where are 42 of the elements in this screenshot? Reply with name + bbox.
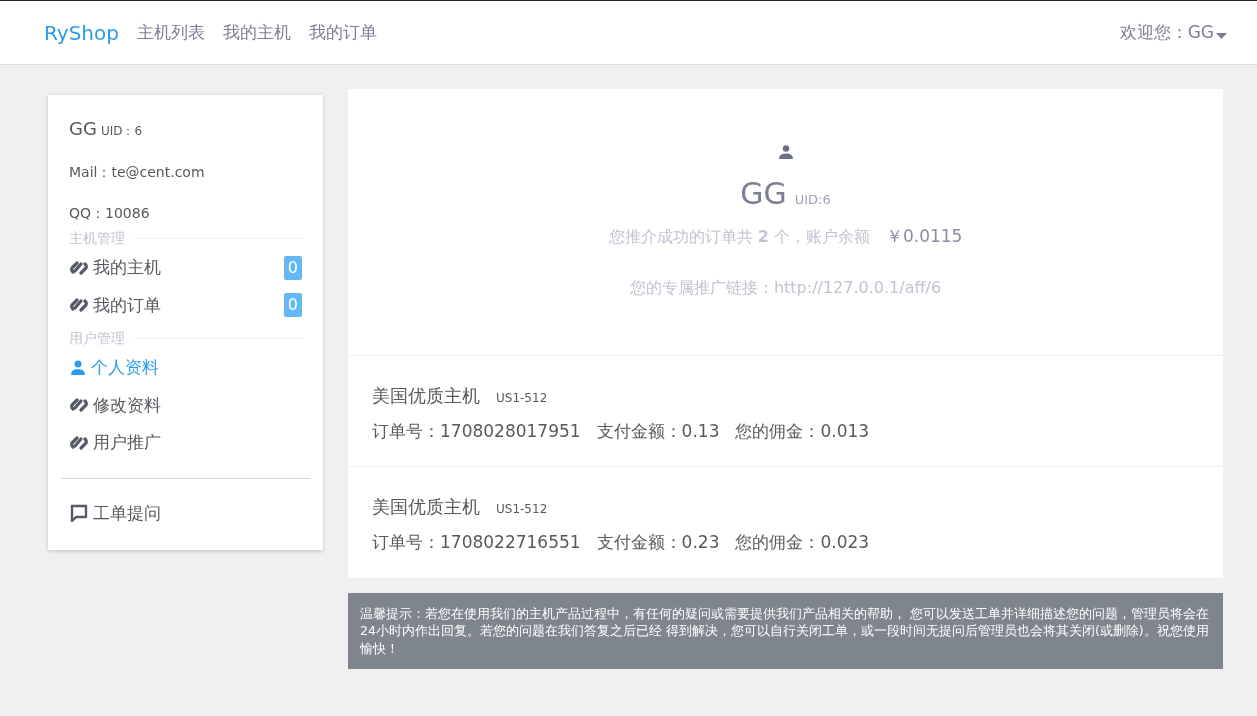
user-menu[interactable]: 欢迎您：GG — [1119, 19, 1227, 46]
order-title: 美国优质主机 — [372, 383, 480, 408]
link-icon — [69, 298, 89, 313]
user-qq: QQ：10086 — [68, 204, 151, 223]
user-id: UID：6 — [100, 123, 143, 140]
chat-icon — [69, 503, 89, 524]
user-icon — [777, 143, 794, 160]
nav-link[interactable]: 我的订单 — [308, 19, 377, 46]
order-number: 订单号：1708022716551 — [372, 531, 581, 554]
order-commission: 您的佣金：0.013 — [735, 419, 870, 443]
account-balance: ￥0.0115 — [885, 225, 963, 248]
sidebar-item[interactable]: 修改资料 — [61, 386, 310, 424]
referral-summary: 您推介成功的订单共 2 个，账户余额 — [608, 226, 870, 248]
notice-text: 温馨提示：若您在使用我们的主机产品过程中，有任何的疑问或需要提供我们产品相关的帮助， 您可以发送工单并详细描述您的问题，管理员将会在24小时内作出回复。若您的问题在我们答复之后已经 得到解决，您可以自行关闭工单，或一段时间无提问后管理员也会将其关闭(或删除)。祝您使用愉快！ — [348, 592, 1223, 669]
nav-link[interactable]: 主机列表 — [136, 19, 205, 46]
order-code: US1-512 — [496, 501, 548, 518]
order-number: 订单号：1708028017951 — [372, 419, 581, 443]
sidebar-item[interactable]: 用户推广 — [61, 424, 310, 462]
section-heading: 主机管理 — [69, 229, 125, 248]
sidebar-item[interactable]: 个人资料 — [61, 349, 310, 387]
sidebar-item[interactable]: 我的订单 0 — [61, 286, 310, 324]
profile-uid: UID:6 — [794, 191, 831, 209]
profile-name: GG — [740, 175, 787, 213]
sidebar-item[interactable]: 工单提问 — [61, 494, 310, 532]
user-icon — [69, 358, 87, 377]
nav-link[interactable]: 我的主机 — [222, 19, 291, 46]
brand-link[interactable]: RyShop — [44, 17, 119, 48]
count-badge: 0 — [283, 293, 302, 318]
caret-icon — [1216, 32, 1227, 39]
link-icon — [69, 260, 89, 275]
order-amount: 支付金额：0.23 — [596, 531, 720, 554]
order-code: US1-512 — [496, 389, 548, 407]
order-title: 美国优质主机 — [372, 495, 480, 519]
count-badge: 0 — [283, 255, 302, 280]
link-icon — [69, 398, 89, 413]
user-mail: Mail：te@cent.com — [68, 163, 206, 182]
order-amount: 支付金额：0.13 — [596, 419, 720, 443]
section-heading: 用户管理 — [69, 329, 125, 348]
user-name: GG — [69, 117, 97, 141]
link-icon — [69, 435, 89, 450]
order-commission: 您的佣金：0.023 — [735, 531, 870, 554]
sidebar-item[interactable]: 我的主机 0 — [61, 249, 310, 287]
